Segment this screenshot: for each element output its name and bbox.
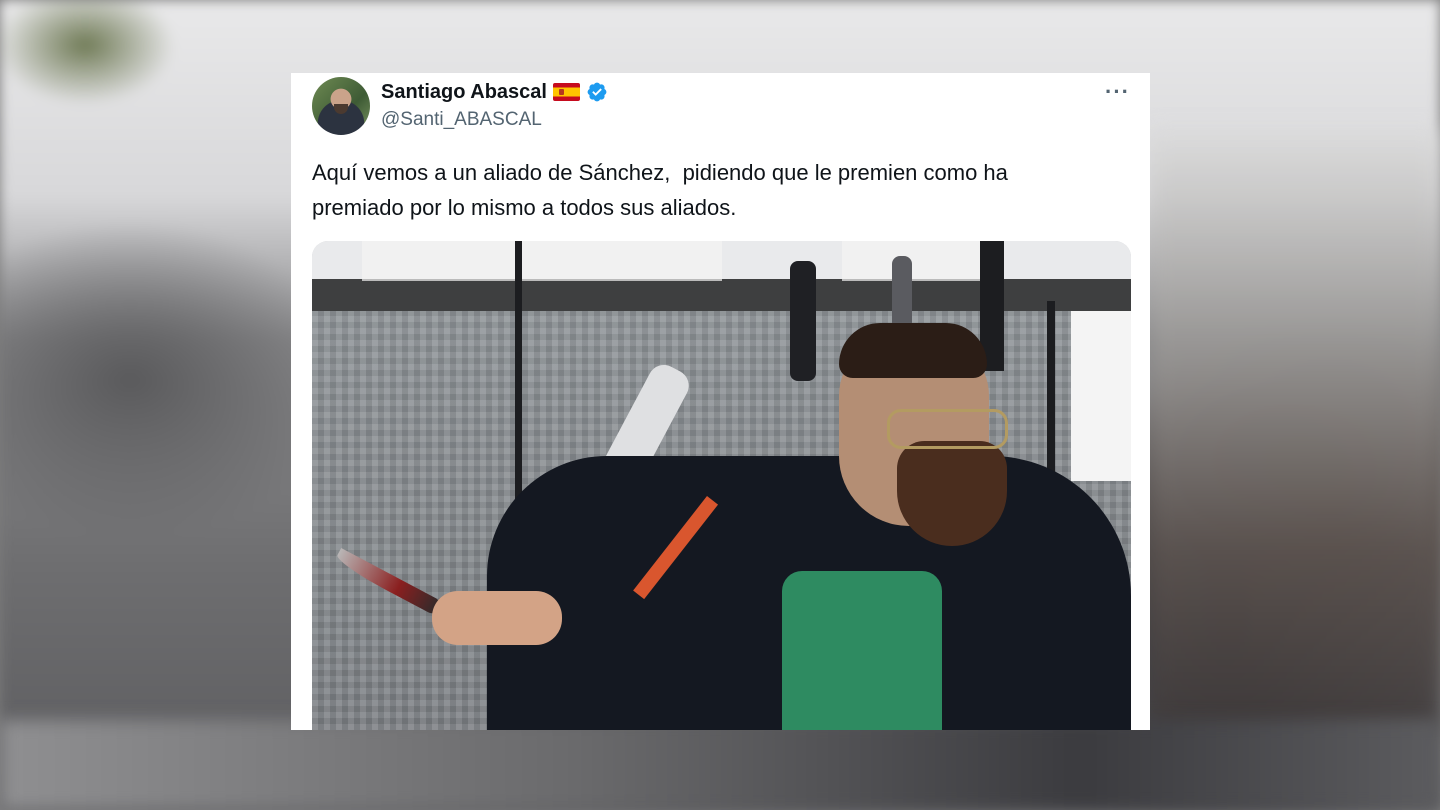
author-row: Santiago Abascal: [381, 79, 608, 105]
photo-awning: [362, 241, 722, 281]
photo-background-building: [312, 241, 1131, 311]
photo-running-person: [790, 261, 816, 381]
photo-man-glasses: [887, 409, 1008, 449]
author-name[interactable]: Santiago Abascal: [381, 81, 547, 104]
photo-awning: [842, 241, 982, 281]
author-handle[interactable]: @Santi_ABASCAL: [381, 109, 542, 131]
avatar-beard: [334, 104, 348, 114]
more-options-icon[interactable]: ···: [1105, 79, 1130, 105]
tweet-media-photo[interactable]: [312, 241, 1131, 730]
blurred-background-person: [1150, 130, 1440, 730]
photo-man-shirt: [782, 571, 942, 730]
photo-man-hair: [839, 323, 987, 378]
avatar[interactable]: [312, 77, 370, 135]
tweet-text: Aquí vemos a un aliado de Sánchez, pidie…: [312, 160, 1008, 220]
blurred-background-bottom: [0, 720, 1440, 810]
spain-flag-icon: [552, 83, 580, 101]
tweet-card: Santiago Abascal @Santi_ABASCAL ··· Aquí…: [291, 73, 1150, 730]
verified-badge-icon: [587, 82, 607, 102]
photo-man-beard: [897, 441, 1007, 546]
photo-banner: [1071, 311, 1131, 481]
photo-man-hand: [432, 591, 562, 645]
